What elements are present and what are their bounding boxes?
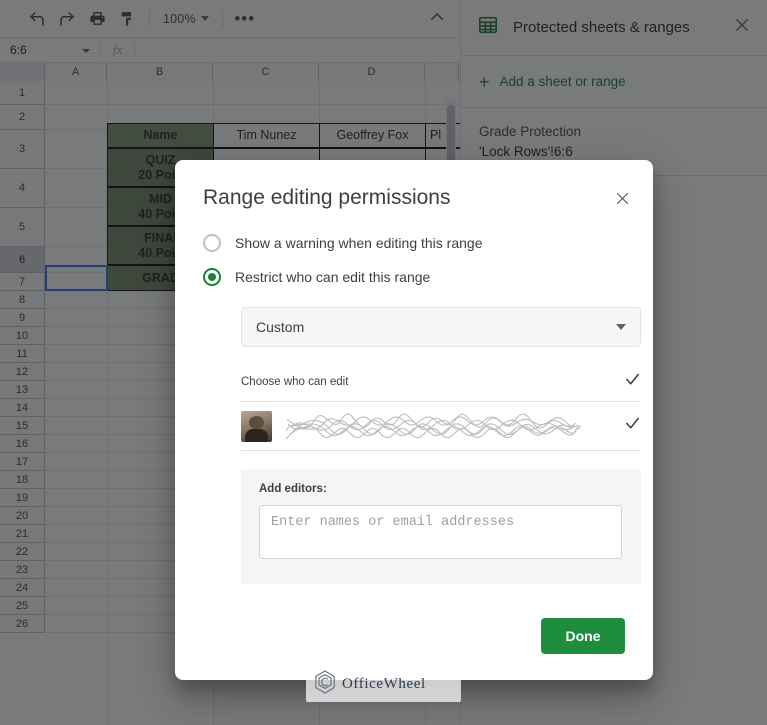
dialog-body: Show a warning when editing this range R… bbox=[175, 210, 653, 584]
range-editing-permissions-dialog: Range editing permissions Show a warning… bbox=[175, 160, 653, 680]
row-header-7[interactable]: 7 bbox=[0, 273, 45, 291]
row-header-17[interactable]: 17 bbox=[0, 453, 45, 471]
radio-option-restrict-edit[interactable]: Restrict who can edit this range bbox=[203, 260, 625, 294]
row-header-6[interactable]: 6 bbox=[0, 247, 45, 273]
close-icon[interactable] bbox=[733, 16, 751, 39]
zoom-value: 100% bbox=[163, 11, 196, 26]
add-editors-section: Add editors: bbox=[241, 469, 641, 584]
row-header-2[interactable]: 2 bbox=[0, 105, 45, 130]
cell-c2[interactable]: Tim Nunez bbox=[213, 123, 320, 148]
radio-icon[interactable] bbox=[203, 234, 221, 252]
row-header-3[interactable]: 3 bbox=[0, 130, 45, 169]
row-header-1[interactable]: 1 bbox=[0, 81, 45, 105]
watermark-text: OfficeWheel bbox=[342, 675, 426, 692]
row-header-15[interactable]: 15 bbox=[0, 417, 45, 435]
row-header-16[interactable]: 16 bbox=[0, 435, 45, 453]
hexagon-logo-icon bbox=[314, 669, 336, 699]
protected-range-title: Grade Protection bbox=[479, 124, 582, 139]
add-sheet-or-range-label: Add a sheet or range bbox=[499, 74, 626, 89]
collapse-toolbar-icon[interactable] bbox=[428, 8, 446, 31]
plus-icon: + bbox=[479, 71, 490, 92]
chevron-down-icon bbox=[616, 324, 626, 330]
row-header-19[interactable]: 19 bbox=[0, 489, 45, 507]
app-root: 100% ••• 6:6 fx A B C D 1 2 3 4 5 6 7 8 … bbox=[0, 0, 767, 725]
protected-sheet-icon bbox=[477, 14, 499, 41]
cell-b2[interactable]: Name bbox=[107, 123, 214, 148]
radio-option-show-warning[interactable]: Show a warning when editing this range bbox=[203, 226, 625, 260]
row-header-11[interactable]: 11 bbox=[0, 345, 45, 363]
row-header-26[interactable]: 26 bbox=[0, 615, 45, 633]
chevron-down-icon bbox=[82, 49, 90, 53]
toolbar: 100% ••• bbox=[0, 0, 460, 37]
toolbar-divider-2 bbox=[221, 9, 223, 28]
row-header-12[interactable]: 12 bbox=[0, 363, 45, 381]
column-header-e[interactable] bbox=[425, 63, 459, 81]
row-header-13[interactable]: 13 bbox=[0, 381, 45, 399]
close-icon[interactable] bbox=[614, 190, 631, 212]
column-header-d[interactable]: D bbox=[319, 63, 425, 81]
zoom-control[interactable]: 100% bbox=[157, 6, 215, 32]
permission-select-value: Custom bbox=[256, 319, 305, 335]
permission-select[interactable]: Custom bbox=[241, 307, 641, 347]
row-header-23[interactable]: 23 bbox=[0, 561, 45, 579]
add-sheet-or-range-button[interactable]: + Add a sheet or range bbox=[461, 56, 767, 108]
print-icon[interactable] bbox=[82, 5, 112, 33]
choose-who-can-edit-label: Choose who can edit bbox=[241, 376, 349, 388]
column-header-c[interactable]: C bbox=[213, 63, 319, 81]
row-header-10[interactable]: 10 bbox=[0, 327, 45, 345]
column-header-b[interactable]: B bbox=[107, 63, 213, 81]
done-button[interactable]: Done bbox=[541, 618, 625, 654]
active-cell-selection[interactable] bbox=[45, 265, 108, 291]
select-all-corner[interactable] bbox=[0, 63, 45, 81]
redo-icon[interactable] bbox=[52, 5, 82, 33]
row-header-14[interactable]: 14 bbox=[0, 399, 45, 417]
column-header-a[interactable]: A bbox=[45, 63, 107, 81]
add-editors-label: Add editors: bbox=[259, 483, 327, 495]
column-headers: A B C D bbox=[0, 63, 460, 81]
editor-list-item[interactable] bbox=[241, 401, 641, 451]
undo-icon[interactable] bbox=[22, 5, 52, 33]
check-icon[interactable] bbox=[624, 415, 641, 437]
radio-option-show-warning-label: Show a warning when editing this range bbox=[235, 235, 483, 251]
more-label: ••• bbox=[234, 9, 256, 28]
cell-d2[interactable]: Geoffrey Fox bbox=[319, 123, 426, 148]
redacted-editor-name bbox=[284, 409, 624, 443]
cell-e2[interactable]: Pl bbox=[425, 123, 465, 148]
avatar bbox=[241, 410, 272, 442]
chevron-down-icon bbox=[200, 16, 209, 21]
add-editors-input[interactable] bbox=[259, 505, 622, 559]
panel-header: Protected sheets & ranges bbox=[461, 0, 767, 56]
radio-icon-selected[interactable] bbox=[203, 268, 221, 286]
row-header-25[interactable]: 25 bbox=[0, 597, 45, 615]
more-options-button[interactable]: ••• bbox=[230, 5, 260, 33]
grid-scrollbar-thumb[interactable] bbox=[447, 105, 455, 163]
panel-title: Protected sheets & ranges bbox=[513, 19, 690, 36]
row-header-9[interactable]: 9 bbox=[0, 309, 45, 327]
dialog-header: Range editing permissions bbox=[175, 160, 653, 210]
row-header-8[interactable]: 8 bbox=[0, 291, 45, 309]
choose-who-can-edit-header: Choose who can edit bbox=[241, 371, 641, 393]
protected-range-ref: 'Lock Rows'!6:6 bbox=[479, 143, 573, 159]
dialog-title: Range editing permissions bbox=[203, 186, 451, 209]
radio-option-restrict-edit-label: Restrict who can edit this range bbox=[235, 269, 431, 285]
row-header-18[interactable]: 18 bbox=[0, 471, 45, 489]
watermark: OfficeWheel bbox=[306, 666, 461, 702]
row-header-20[interactable]: 20 bbox=[0, 507, 45, 525]
row-headers: 1 2 3 4 5 6 7 8 9 10 11 12 13 14 15 16 17 18 19 20 21 22 23 24 2… bbox=[0, 81, 45, 633]
name-box-value: 6:6 bbox=[10, 43, 27, 57]
row-header-4[interactable]: 4 bbox=[0, 169, 45, 208]
row-header-24[interactable]: 24 bbox=[0, 579, 45, 597]
name-box[interactable]: 6:6 bbox=[0, 38, 100, 62]
formula-bar: 6:6 fx bbox=[0, 37, 460, 63]
row-header-5[interactable]: 5 bbox=[0, 208, 45, 247]
gridline bbox=[45, 104, 460, 105]
check-icon[interactable] bbox=[624, 371, 641, 393]
paint-format-icon[interactable] bbox=[112, 5, 142, 33]
toolbar-divider-1 bbox=[149, 9, 150, 28]
divider bbox=[134, 43, 136, 57]
dialog-footer: Done bbox=[541, 618, 625, 654]
row-header-22[interactable]: 22 bbox=[0, 543, 45, 561]
row-header-21[interactable]: 21 bbox=[0, 525, 45, 543]
fx-icon: fx bbox=[113, 42, 123, 57]
